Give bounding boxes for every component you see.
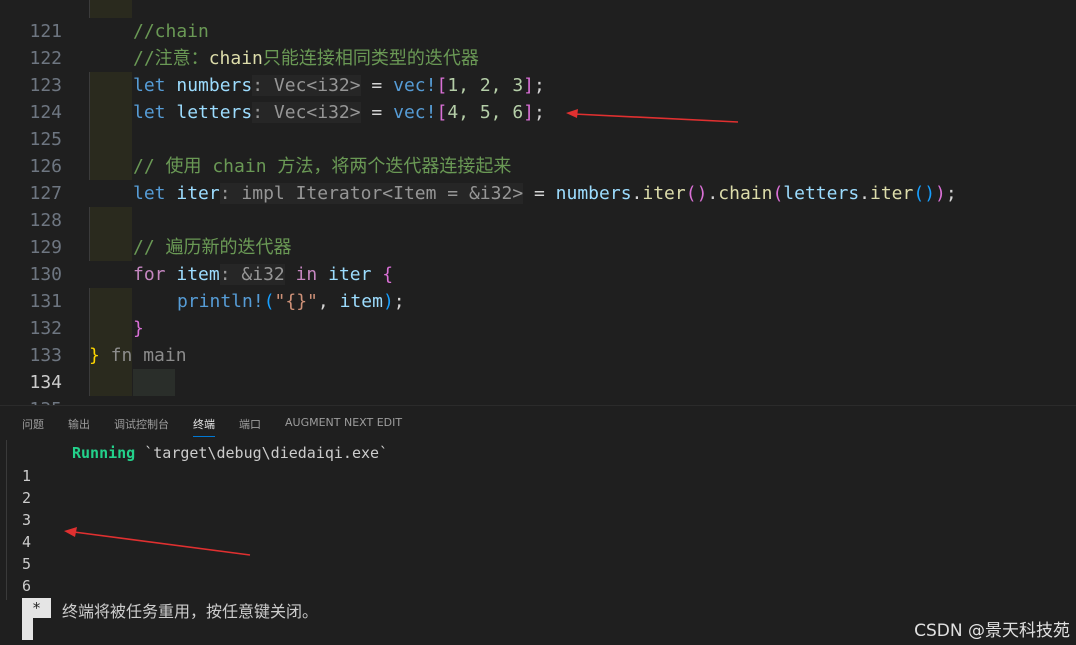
code-editor[interactable]: 121 122 //chain 123 //注意：chain只能连接相同类型的迭… [0,0,1076,405]
numbers: 4, 5, 6 [447,102,524,123]
string: "{}" [274,291,318,312]
panel-tabs: 问题 输出 调试控制台 终端 端口 AUGMENT NEXT EDIT [0,406,1076,440]
dot: . [631,183,643,204]
terminal-output-line: 4 [22,533,32,551]
terminal-gutter [6,440,7,600]
code-line-122: 122 //chain [0,18,1076,99]
semicolon: ; [534,102,545,123]
dot: . [707,183,719,204]
comment-keyword: chain [208,48,263,69]
bracket: [ [436,75,448,96]
operator: = [360,75,394,96]
comment: 只能连接相同类型的迭代器 [262,48,479,69]
variable: iter [328,264,372,285]
tab-problems[interactable]: 问题 [22,416,44,432]
parens: () [685,183,708,204]
keyword: let [133,75,166,96]
code-line-121: 121 [0,0,1076,42]
keyword: let [133,183,166,204]
method: iter [642,183,686,204]
brace: { [371,264,394,285]
operator: = [523,183,556,204]
parens: () [913,183,936,204]
type-hint: : &i32 [219,264,285,285]
macro: vec! [393,75,437,96]
variable: numbers [176,75,253,96]
task-reuse-marker: * [22,598,51,618]
method: iter [870,183,914,204]
paren: ) [382,291,394,312]
variable: letters [783,183,860,204]
variable: iter [176,183,220,204]
semicolon: ; [534,75,545,96]
tab-output[interactable]: 输出 [68,416,90,432]
numbers: 1, 2, 3 [447,75,524,96]
terminal-close-message: 终端将被任务重用，按任意键关闭。 [62,602,319,621]
running-path: `target\debug\diedaiqi.exe` [135,444,389,462]
paren: ) [935,183,946,204]
terminal-output-line: 2 [22,489,32,507]
code-line-134: 134 } fn main [0,342,1076,393]
semicolon: ; [945,183,957,204]
watermark: CSDN @景天科技苑 [914,621,1070,641]
bracket: ] [523,102,535,123]
macro: vec! [393,102,437,123]
code-line-126: 126 [0,126,1076,177]
code-line-123: 123 //注意：chain只能连接相同类型的迭代器 [0,45,1076,126]
type-hint: : Vec<i32> [252,102,361,123]
keyword: for [133,264,166,285]
terminal-cursor [22,618,33,640]
brace: } [133,318,144,339]
bracket: [ [436,102,448,123]
terminal-output-line: 6 [22,577,32,595]
line-number: 135 [0,396,62,405]
terminal-output-line: 1 [22,467,32,485]
code-line-131: 131 for item: &i32 in iter { [0,261,1076,342]
code-line-133: 133 } [0,315,1076,396]
paren: ( [772,183,784,204]
comment: // 遍历新的迭代器 [133,237,292,258]
tab-ports[interactable]: 端口 [239,416,261,432]
code-line-125: 125 let letters: Vec<i32> = vec![4, 5, 6… [0,99,1076,180]
type-hint: : Vec<i32> [252,75,361,96]
code-line-132: 132 println!("{}", item); [0,288,1076,396]
method: chain [718,183,773,204]
variable: numbers [555,183,632,204]
comment: //注意： [133,48,209,69]
operator: = [360,102,394,123]
sticky-scope-hint: fn main [99,345,187,366]
code-line-128: 128 let iter: impl Iterator<Item = &i32>… [0,180,1076,261]
tab-terminal[interactable]: 终端 [193,416,215,437]
type-hint: : impl Iterator<Item = &i32> [219,183,524,204]
code-line-135: 135 [0,369,1076,405]
code-line-127: 127 // 使用 chain 方法，将两个迭代器连接起来 [0,153,1076,234]
variable: item [339,291,383,312]
terminal-output-line: 5 [22,555,32,573]
comma: , [317,291,340,312]
code-line-124: 124 let numbers: Vec<i32> = vec![1, 2, 3… [0,72,1076,153]
brace: } [89,345,100,366]
code-line-130: 130 // 遍历新的迭代器 [0,234,1076,315]
tab-augment-next-edit[interactable]: AUGMENT NEXT EDIT [285,416,402,429]
comment: //chain [133,21,209,42]
dot: . [859,183,870,204]
macro: println! [177,291,264,312]
tab-debug-console[interactable]: 调试控制台 [114,416,169,432]
keyword: in [284,264,329,285]
paren: ( [263,291,275,312]
code-line-129: 129 [0,207,1076,258]
bracket: ] [523,75,535,96]
comment: // 使用 chain 方法，将两个迭代器连接起来 [133,156,512,177]
terminal-output-line: 3 [22,511,32,529]
variable: letters [176,102,253,123]
running-label: Running [72,444,136,462]
variable: item [176,264,220,285]
semicolon: ; [393,291,405,312]
keyword: let [133,102,166,123]
terminal-running-line: Running `target\debug\diedaiqi.exe` [72,444,388,462]
